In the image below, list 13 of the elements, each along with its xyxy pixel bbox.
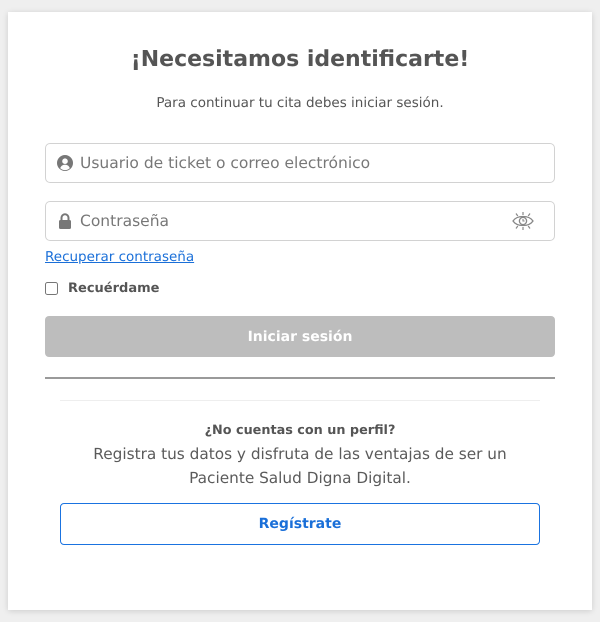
register-question: ¿No cuentas con un perfil?: [204, 422, 396, 440]
remember-checkbox[interactable]: [45, 282, 58, 294]
register-button[interactable]: Regístrate: [60, 502, 540, 544]
login-subtitle: Para continuar tu cita debes iniciar sesión.: [155, 94, 445, 112]
login-title: ¡Necesitamos identificarte!: [130, 46, 470, 74]
username-field[interactable]: Usuario de ticket o correo electrónico: [45, 143, 555, 183]
register-description: Registra tus datos y disfruta de las ventajas de ser un Paciente Salud Digna Digital.: [92, 444, 508, 488]
user-icon: [57, 155, 73, 171]
lock-icon: [58, 213, 72, 229]
eye-icon[interactable]: [511, 211, 535, 231]
remember-label: Recuérdame: [68, 280, 160, 296]
recover-password-link[interactable]: Recuperar contraseña: [45, 249, 194, 265]
password-field[interactable]: Contraseña: [45, 201, 555, 241]
